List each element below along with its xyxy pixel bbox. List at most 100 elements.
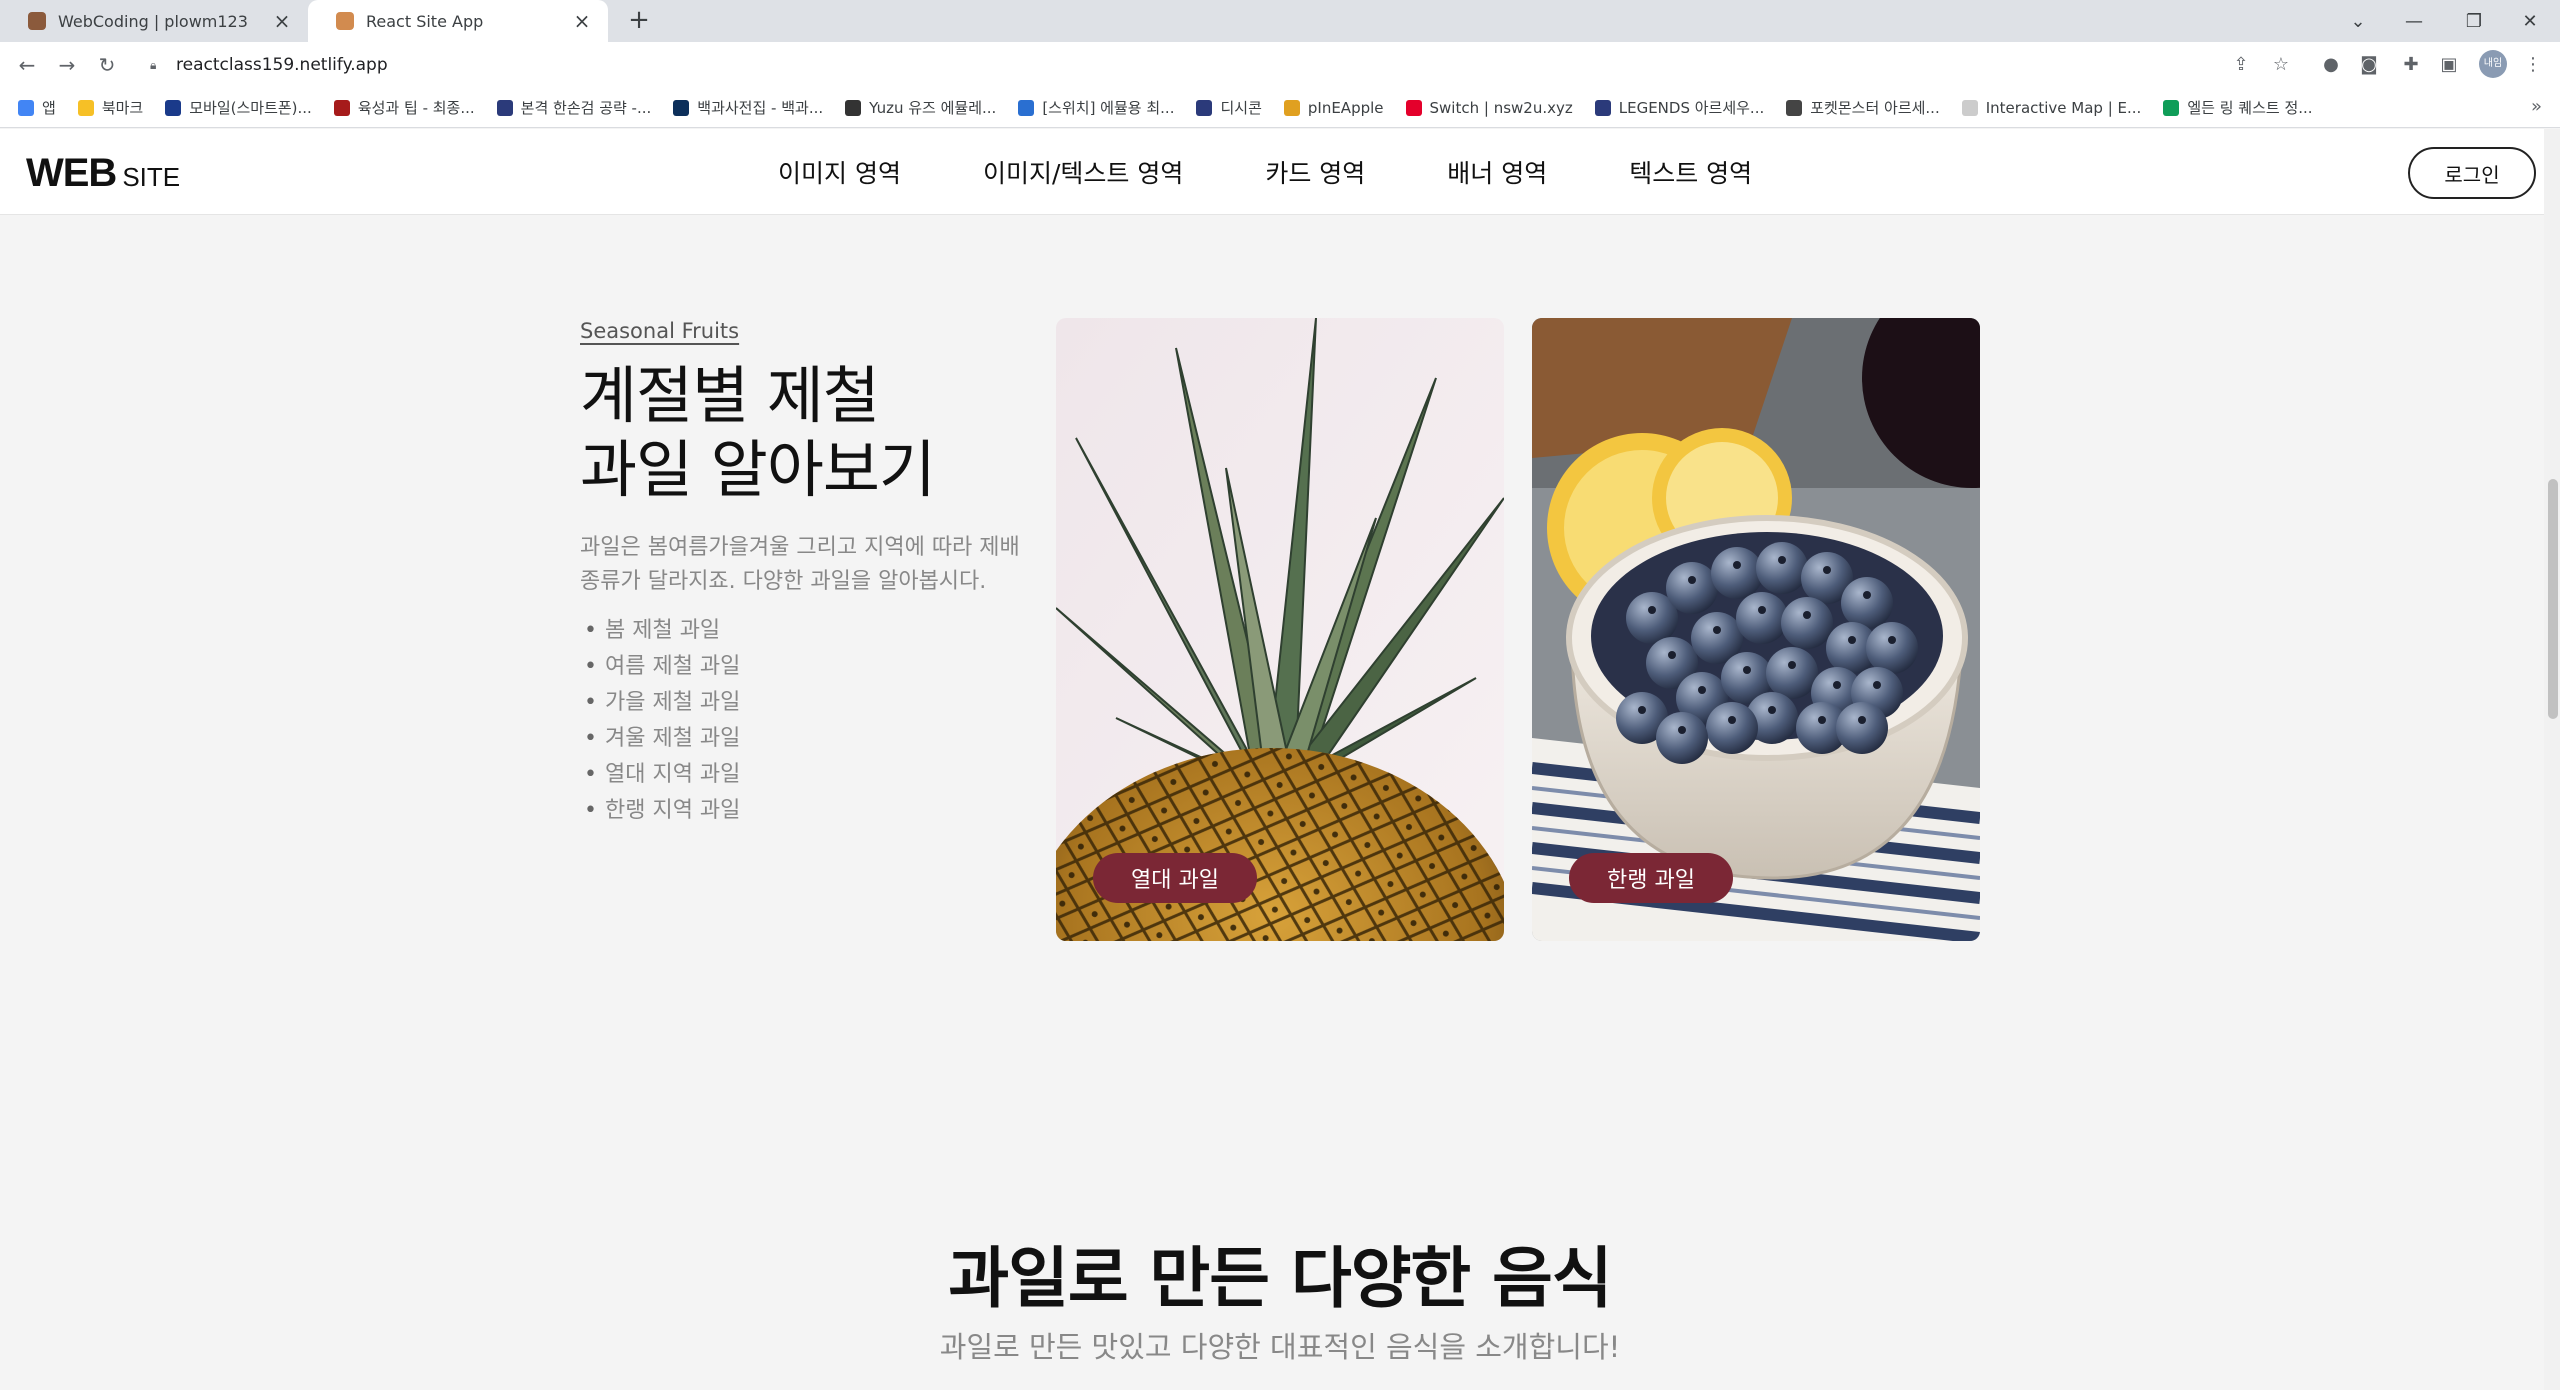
site-logo[interactable]: WEB SITE (26, 151, 180, 196)
bookmark-favicon-icon (1405, 99, 1422, 116)
address-bar[interactable]: 🔒︎ reactclass159.netlify.app (136, 47, 2256, 83)
site-header: WEB SITE 이미지 영역 이미지/텍스트 영역 카드 영역 배너 영역 텍스… (0, 129, 2544, 215)
browser-tabstrip: WebCoding | plowm123 × React Site App × … (0, 0, 2560, 42)
bookmark-label: 본격 한손검 공략 -... (520, 99, 652, 117)
list-item[interactable]: 가을 제철 과일 (580, 685, 1030, 721)
bookmarks-bar: 앱 북마크 모바일(스마트폰)... 육성과 팁 - 최종... 본격 한손검 공략 -… (0, 88, 2560, 128)
scrollbar-thumb[interactable] (2548, 479, 2558, 719)
browser-toolbar: ← → ↻ 🔒︎ reactclass159.netlify.app ⇪ ☆ ●… (0, 42, 2560, 88)
bookmark-star-icon[interactable]: ☆ (2268, 52, 2294, 78)
bookmark-item[interactable]: 앱 (18, 97, 56, 118)
bookmark-item[interactable]: LEGENDS 아르세우... (1594, 97, 1765, 118)
browser-tab-react-site[interactable]: React Site App × (308, 0, 608, 42)
bookmark-item[interactable]: [스위치] 에뮬용 최... (1018, 97, 1174, 118)
browser-tab-webcoding[interactable]: WebCoding | plowm123 × (0, 0, 308, 42)
url-text: reactclass159.netlify.app (176, 55, 388, 75)
blueberries-image (1532, 318, 1980, 941)
minimize-button[interactable]: — (2386, 0, 2442, 42)
food-section-title: 과일로 만든 다양한 음식 (948, 1240, 1612, 1317)
side-panel-icon[interactable]: ▣ (2436, 52, 2462, 78)
share-icon[interactable]: ⇪ (2228, 52, 2254, 78)
bookmark-favicon-icon (1018, 99, 1035, 116)
close-tab-icon[interactable]: × (570, 9, 594, 33)
bookmark-label: Switch | nsw2u.xyz (1429, 98, 1573, 117)
bookmark-label: 모바일(스마트폰)... (189, 99, 312, 117)
close-tab-icon[interactable]: × (270, 9, 294, 33)
bookmark-label: 포켓몬스터 아르세... (1810, 99, 1940, 117)
bookmark-item[interactable]: Yuzu 유즈 에뮬레... (845, 97, 996, 118)
list-item[interactable]: 봄 제철 과일 (580, 613, 1030, 649)
list-item[interactable]: 겨울 제철 과일 (580, 721, 1030, 757)
bookmark-favicon-icon (1961, 99, 1978, 116)
bookmark-item[interactable]: pInEApple (1283, 98, 1384, 117)
bookmark-label: Interactive Map | E... (1985, 98, 2142, 117)
nav-item-banner[interactable]: 배너 영역 (1447, 154, 1547, 190)
bookmark-item[interactable]: 모바일(스마트폰)... (165, 97, 312, 118)
menu-icon[interactable]: ⋮ (2520, 52, 2546, 78)
card-label-cold[interactable]: 한랭 과일 (1569, 853, 1733, 903)
bookmark-favicon-icon (333, 99, 350, 116)
new-tab-button[interactable]: + (624, 6, 654, 36)
card-cold-fruit[interactable]: 한랭 과일 (1532, 318, 1980, 941)
list-item[interactable]: 여름 제철 과일 (580, 649, 1030, 685)
bookmark-item[interactable]: 포켓몬스터 아르세... (1786, 97, 1940, 118)
bookmark-favicon-icon (18, 99, 34, 116)
bookmark-favicon-icon (845, 99, 862, 116)
bookmark-favicon-icon (1196, 99, 1213, 116)
bookmark-favicon-icon (165, 99, 182, 116)
bookmark-item[interactable]: 육성과 팁 - 최종... (333, 97, 475, 118)
bookmark-label: 백과사전집 - 백과... (697, 99, 824, 117)
nav-item-text[interactable]: 텍스트 영역 (1629, 154, 1752, 190)
card-label-tropical[interactable]: 열대 과일 (1093, 853, 1257, 903)
bookmark-label: 육성과 팁 - 최종... (357, 99, 475, 117)
bookmark-label: pInEApple (1307, 98, 1384, 117)
bookmark-item[interactable]: 본격 한손검 공략 -... (496, 97, 652, 118)
bookmark-item[interactable]: 백과사전집 - 백과... (673, 97, 823, 118)
logo-sub: SITE (122, 162, 181, 192)
favicon-icon (28, 12, 46, 30)
imgtext-text: Seasonal Fruits 계절별 제철 과일 알아보기 과일은 봄여름가을… (580, 319, 1030, 829)
tab-title: WebCoding | plowm123 (58, 11, 248, 31)
section-subtitle: Seasonal Fruits (580, 319, 740, 343)
tab-search-icon[interactable]: ⌄ (2330, 0, 2386, 42)
bookmark-label: 북마크 (101, 99, 144, 117)
reload-icon[interactable]: ↻ (92, 50, 122, 80)
bookmark-favicon-icon (2163, 99, 2180, 116)
close-window-button[interactable]: ✕ (2502, 0, 2558, 42)
bookmark-favicon-icon (673, 99, 690, 116)
bookmark-label: 엘든 링 퀘스트 정... (2187, 99, 2313, 117)
extensions-icon[interactable]: ✚ (2398, 52, 2424, 78)
pineapple-image (1056, 318, 1504, 941)
bookmark-item[interactable]: 북마크 (77, 97, 144, 118)
bookmark-label: 앱 (42, 99, 56, 117)
cookie-extension-icon[interactable]: ● (2318, 52, 2344, 78)
food-section-description: 과일로 만든 맛있고 다양한 대표적인 음식을 소개합니다! (939, 1330, 1621, 1364)
page-scrollbar[interactable] (2544, 129, 2560, 1390)
bookmark-favicon-icon (1594, 99, 1611, 116)
bookmark-item[interactable]: Switch | nsw2u.xyz (1405, 98, 1573, 117)
card-tropical-fruit[interactable]: 열대 과일 (1056, 318, 1504, 941)
restore-button[interactable]: ❐ (2446, 0, 2502, 42)
forward-icon[interactable]: → (52, 50, 82, 80)
nav-item-card[interactable]: 카드 영역 (1265, 154, 1365, 190)
camera-extension-icon[interactable]: ◙ (2356, 52, 2382, 78)
main-nav: 이미지 영역 이미지/텍스트 영역 카드 영역 배너 영역 텍스트 영역 (778, 129, 1834, 215)
section-title: 계절별 제철 과일 알아보기 (580, 359, 1030, 507)
bookmark-favicon-icon (496, 99, 513, 116)
bookmark-favicon-icon (1786, 99, 1803, 116)
back-icon[interactable]: ← (12, 50, 42, 80)
nav-item-image-text[interactable]: 이미지/텍스트 영역 (983, 154, 1183, 190)
bookmarks-overflow-icon[interactable]: » (2531, 96, 2542, 117)
nav-item-image[interactable]: 이미지 영역 (778, 154, 901, 190)
title-line-2: 과일 알아보기 (580, 433, 936, 506)
list-item[interactable]: 열대 지역 과일 (580, 757, 1030, 793)
login-button[interactable]: 로그인 (2408, 147, 2536, 199)
bookmark-item[interactable]: Interactive Map | E... (1961, 98, 2142, 117)
lock-icon: 🔒︎ (150, 58, 157, 72)
list-item[interactable]: 한랭 지역 과일 (580, 793, 1030, 829)
bookmark-item[interactable]: 디시콘 (1196, 97, 1262, 118)
bookmark-label: LEGENDS 아르세우... (1618, 99, 1765, 117)
bookmark-favicon-icon (1283, 99, 1300, 116)
bookmark-item[interactable]: 엘든 링 퀘스트 정... (2163, 97, 2313, 118)
profile-avatar[interactable]: 내임 (2479, 50, 2507, 78)
